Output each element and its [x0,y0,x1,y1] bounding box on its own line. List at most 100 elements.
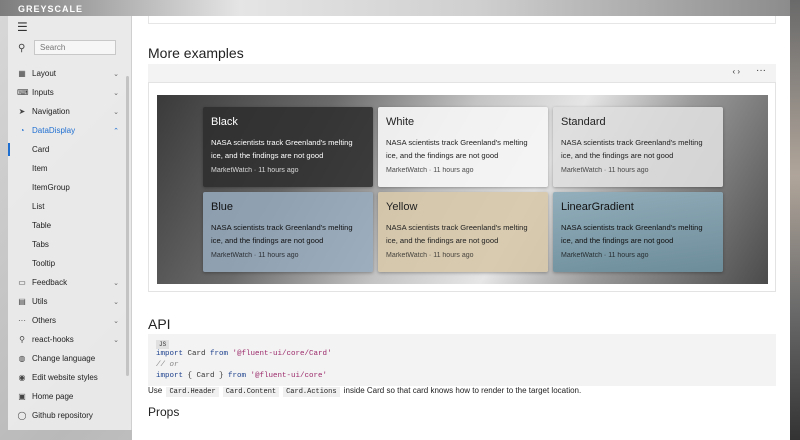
card-body: NASA scientists track Greenland's meltin… [386,223,528,245]
card-body: NASA scientists track Greenland's meltin… [386,138,528,160]
sidebar-link-label: Github repository [32,411,93,420]
card-body: NASA scientists track Greenland's meltin… [561,138,703,160]
sidebar-subitem-list[interactable]: List [8,197,131,216]
sidebar: ☰ ⚲ ▦ Layout ⌄ ⌨ Inputs ⌄ ➤ Navigation ⌄… [8,16,132,430]
sidebar-item-inputs[interactable]: ⌨ Inputs ⌄ [8,83,131,102]
sidebar-subitem-table[interactable]: Table [8,216,131,235]
sidebar-subitem-tabs[interactable]: Tabs [8,235,131,254]
background-strip-top [0,0,800,16]
demo-box: Black NASA scientists track Greenland's … [148,82,776,292]
sidebar-item-react-hooks[interactable]: ⚲ react-hooks ⌄ [8,330,131,349]
sidebar-subitem-tooltip[interactable]: Tooltip [8,254,131,273]
inputs-icon: ⌨ [17,88,29,97]
code-identifier: Card [183,350,211,358]
sidebar-item-others[interactable]: ··· Others ⌄ [8,311,131,330]
chevron-down-icon: ⌄ [113,336,119,344]
sidebar-scrollbar[interactable] [126,76,129,376]
sidebar-item-label: Feedback [32,278,68,287]
usage-text: inside Card so that card knows how to re… [343,386,582,395]
sidebar-item-label: Others [32,316,57,325]
utils-icon: ▤ [18,297,26,306]
sidebar-subitem-label: Card [32,145,50,154]
card-black[interactable]: Black NASA scientists track Greenland's … [203,107,373,187]
feedback-icon: ▭ [18,278,26,287]
props-heading: Props [148,405,180,419]
search-icon[interactable]: ⚲ [18,43,25,54]
code-string: '@fluent-ui/core/Card' [228,350,332,358]
sidebar-nav: ▦ Layout ⌄ ⌨ Inputs ⌄ ➤ Navigation ⌄ ◔ D… [8,64,131,425]
card-title: Black [211,116,238,128]
chevron-up-icon: ⌃ [113,127,119,135]
card-title: White [386,116,415,128]
card-title: Yellow [386,201,418,213]
card-standard[interactable]: Standard NASA scientists track Greenland… [553,107,723,187]
more-icon[interactable]: ··· [756,65,766,76]
react-hooks-icon: ⚲ [19,335,25,344]
sidebar-item-label: react-hooks [32,335,74,344]
api-heading: API [148,316,171,332]
search-row: ⚲ [8,39,131,59]
menu-icon[interactable]: ☰ [17,20,28,34]
card-meta: MarketWatch · 11 hours ago [386,252,474,259]
sidebar-subitem-card[interactable]: Card [8,140,131,159]
card-lineargradient[interactable]: LinearGradient NASA scientists track Gre… [553,192,723,272]
background-strip-right [790,0,800,440]
github-icon: ◯ [17,411,27,420]
sidebar-item-navigation[interactable]: ➤ Navigation ⌄ [8,102,131,121]
code-keyword: import [156,372,184,380]
sidebar-subitem-item[interactable]: Item [8,159,131,178]
sidebar-item-utils[interactable]: ▤ Utils ⌄ [8,292,131,311]
usage-description: Use Card.Header Card.Content Card.Actions … [148,386,582,397]
code-block: JS import Card from '@fluent-ui/core/Car… [148,334,776,386]
sidebar-link-label: Home page [32,392,74,401]
previous-demo-box [148,16,776,24]
sidebar-link-home[interactable]: ▣ Home page [8,387,131,406]
sidebar-item-label: DataDisplay [32,126,76,135]
sidebar-link-change-language[interactable]: ◍ Change language [8,349,131,368]
datadisplay-icon: ◔ [19,126,25,135]
card-blue[interactable]: Blue NASA scientists track Greenland's m… [203,192,373,272]
chevron-down-icon: ⌄ [113,279,119,287]
sidebar-link-github[interactable]: ◯ Github repository [8,406,131,425]
more-examples-heading: More examples [148,45,244,61]
card-body: NASA scientists track Greenland's meltin… [561,223,703,245]
card-body: NASA scientists track Greenland's meltin… [211,223,353,245]
card-meta: MarketWatch · 11 hours ago [386,167,474,174]
sidebar-item-layout[interactable]: ▦ Layout ⌄ [8,64,131,83]
chevron-down-icon: ⌄ [113,108,119,116]
usage-text: Use [148,386,163,395]
code-keyword: from [210,350,229,358]
search-input[interactable] [34,40,116,55]
card-white[interactable]: White NASA scientists track Greenland's … [378,107,548,187]
sidebar-item-label: Layout [32,69,57,78]
card-title: LinearGradient [561,201,634,213]
sidebar-subitem-itemgroup[interactable]: ItemGroup [8,178,131,197]
others-icon: ··· [18,316,26,325]
home-icon: ▣ [18,392,26,401]
chevron-down-icon: ⌄ [113,298,119,306]
sidebar-link-label: Edit website styles [32,373,98,382]
sidebar-subitem-label: Tooltip [32,259,56,268]
sidebar-item-feedback[interactable]: ▭ Feedback ⌄ [8,273,131,292]
card-title: Blue [211,201,234,213]
card-title: Standard [561,116,606,128]
card-meta: MarketWatch · 11 hours ago [561,252,649,259]
code-keyword: import [156,350,184,358]
sidebar-item-label: Utils [32,297,48,306]
chevron-down-icon: ⌄ [113,89,119,97]
code-string: '@fluent-ui/core' [246,372,328,380]
card-yellow[interactable]: Yellow NASA scientists track Greenland's… [378,192,548,272]
sidebar-subitem-label: List [32,202,45,211]
code-language-tag: JS [156,340,170,349]
code-line-1: import Card from '@fluent-ui/core/Card' [156,349,768,360]
sidebar-link-edit-styles[interactable]: ◉ Edit website styles [8,368,131,387]
demo-background-image: Black NASA scientists track Greenland's … [157,95,768,284]
code-toggle-icon[interactable]: ‹ › [732,67,740,76]
palette-icon: ◉ [18,373,26,382]
globe-icon: ◍ [18,354,26,363]
code-line-2: // or [156,361,179,369]
sidebar-item-datadisplay[interactable]: ◔ DataDisplay ⌃ [8,121,131,140]
inline-code: Card.Header [166,387,219,397]
card-body: NASA scientists track Greenland's meltin… [211,138,353,160]
demo-toolbar: ‹ › ··· [148,64,776,82]
